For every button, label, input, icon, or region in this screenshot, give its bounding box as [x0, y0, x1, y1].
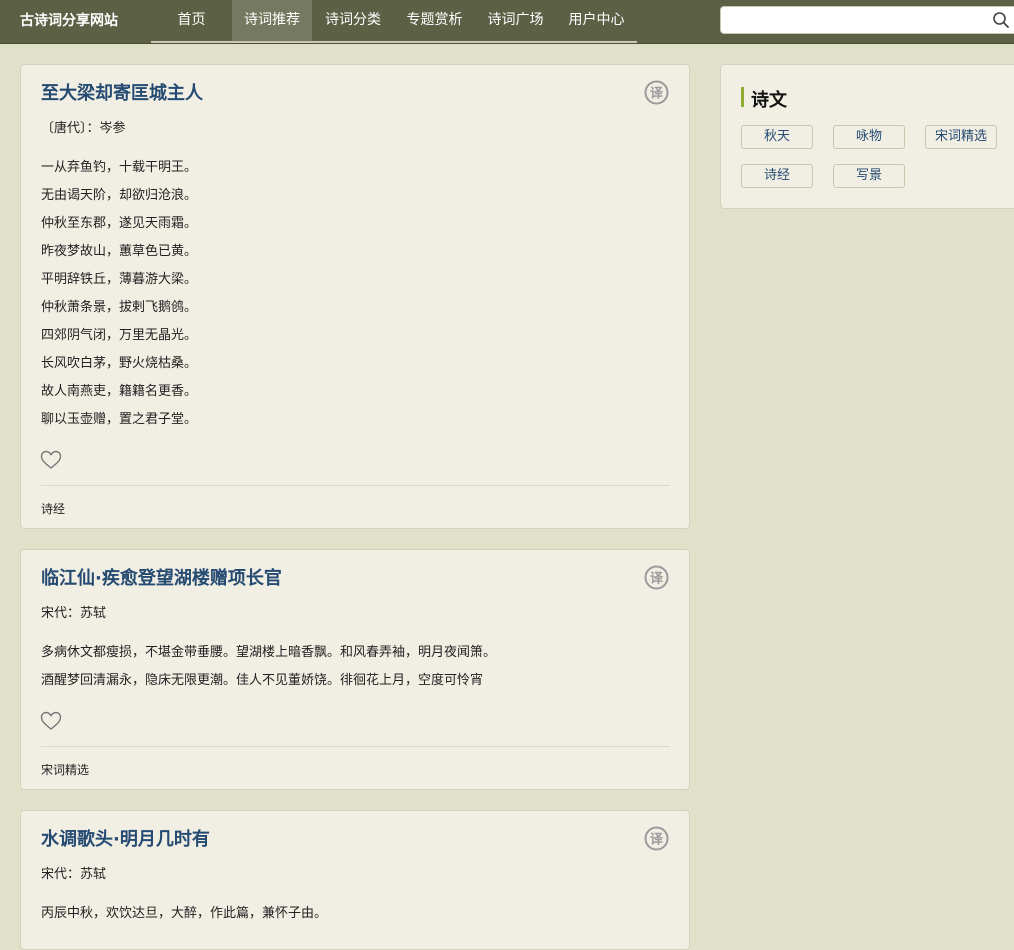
site-logo[interactable]: 古诗词分享网站 [20, 10, 118, 30]
svg-text:译: 译 [650, 572, 664, 587]
translate-yi-icon[interactable]: 译 [644, 565, 669, 590]
section-accent-bar [741, 87, 744, 107]
nav-category[interactable]: 诗词分类 [312, 0, 394, 43]
card-divider [41, 746, 670, 747]
poem-card: 水调歌头·明月几时有 译 宋代：苏轼 丙辰中秋，欢饮达旦，大醉，作此篇，兼怀子由… [20, 810, 690, 950]
svg-text:译: 译 [650, 833, 664, 848]
nav-home[interactable]: 首页 [151, 0, 232, 43]
sidebar-tag[interactable]: 咏物 [833, 125, 905, 149]
sidebar-tag[interactable]: 秋天 [741, 125, 813, 149]
poem-line: 四郊阴气闭，万里无晶光。 [41, 328, 198, 343]
search-icon[interactable] [992, 11, 1010, 29]
svg-text:译: 译 [650, 87, 664, 102]
poem-author: 宋代：苏轼 [41, 867, 107, 882]
poem-line: 故人南燕吏，籍籍名更香。 [41, 384, 198, 399]
search-input[interactable] [720, 6, 1014, 34]
poem-line: 昨夜梦故山，蕙草色已黄。 [41, 244, 198, 259]
nav-recommend[interactable]: 诗词推荐 [232, 0, 312, 43]
poem-author: 宋代：苏轼 [41, 606, 107, 621]
poem-line: 多病休文都瘦损，不堪金带垂腰。望湖楼上暗香飘。和风春弄袖，明月夜闻箫。 [41, 645, 497, 660]
poem-line: 无由谒天阶，却欲归沧浪。 [41, 188, 198, 203]
sidebar-tag[interactable]: 写景 [833, 164, 905, 188]
sidebar-tag[interactable]: 宋词精选 [925, 125, 997, 149]
poem-line: 仲秋至东郡，遂见天雨霜。 [41, 216, 198, 231]
poem-line: 聊以玉壶赠，置之君子堂。 [41, 412, 198, 427]
poem-content: 丙辰中秋，欢饮达旦，大醉，作此篇，兼怀子由。 [41, 900, 327, 928]
poem-content: 一从弃鱼钓，十载干明王。 无由谒天阶，却欲归沧浪。 仲秋至东郡，遂见天雨霜。 昨… [41, 154, 197, 434]
heart-icon[interactable] [40, 450, 62, 470]
poem-title[interactable]: 至大梁却寄匡城主人 [41, 79, 203, 105]
main-nav: 首页 诗词推荐 诗词分类 专题赏析 诗词广场 用户中心 [151, 0, 637, 44]
heart-icon[interactable] [40, 711, 62, 731]
poem-line: 仲秋萧条景，拔剌飞鹅鸧。 [41, 300, 198, 315]
sidebar-tag[interactable]: 诗经 [741, 164, 813, 188]
sidebar-title: 诗文 [751, 90, 787, 111]
poem-tag[interactable]: 诗经 [41, 500, 65, 517]
poem-card: 临江仙·疾愈登望湖楼赠项长官 译 宋代：苏轼 多病休文都瘦损，不堪金带垂腰。望湖… [20, 549, 690, 790]
nav-user-center[interactable]: 用户中心 [556, 0, 637, 43]
poem-title[interactable]: 水调歌头·明月几时有 [41, 825, 210, 851]
poem-line: 酒醒梦回清漏永，隐床无限更潮。佳人不见董娇饶。徘徊花上月，空度可怜宵 [41, 673, 484, 688]
poem-line: 长风吹白茅，野火烧枯桑。 [41, 356, 198, 371]
poem-title[interactable]: 临江仙·疾愈登望湖楼赠项长官 [41, 564, 282, 590]
poem-content: 多病休文都瘦损，不堪金带垂腰。望湖楼上暗香飘。和风春弄袖，明月夜闻箫。 酒醒梦回… [41, 639, 496, 695]
card-divider [41, 485, 670, 486]
poem-tag[interactable]: 宋词精选 [41, 761, 89, 778]
poem-line: 丙辰中秋，欢饮达旦，大醉，作此篇，兼怀子由。 [41, 906, 328, 921]
poem-line: 平明辞铁丘，薄暮游大梁。 [41, 272, 198, 287]
sidebar-tags-panel: 诗文 秋天 咏物 宋词精选 诗经 写景 [720, 64, 1014, 209]
top-navbar: 古诗词分享网站 首页 诗词推荐 诗词分类 专题赏析 诗词广场 用户中心 [0, 0, 1014, 44]
translate-yi-icon[interactable]: 译 [644, 826, 669, 851]
poem-card: 至大梁却寄匡城主人 译 〔唐代〕：岑参 一从弃鱼钓，十载干明王。 无由谒天阶，却… [20, 64, 690, 529]
nav-appreciation[interactable]: 专题赏析 [394, 0, 475, 43]
nav-square[interactable]: 诗词广场 [475, 0, 556, 43]
poem-line: 一从弃鱼钓，十载干明王。 [41, 160, 198, 175]
translate-yi-icon[interactable]: 译 [644, 80, 669, 105]
poem-author: 〔唐代〕：岑参 [41, 121, 126, 136]
